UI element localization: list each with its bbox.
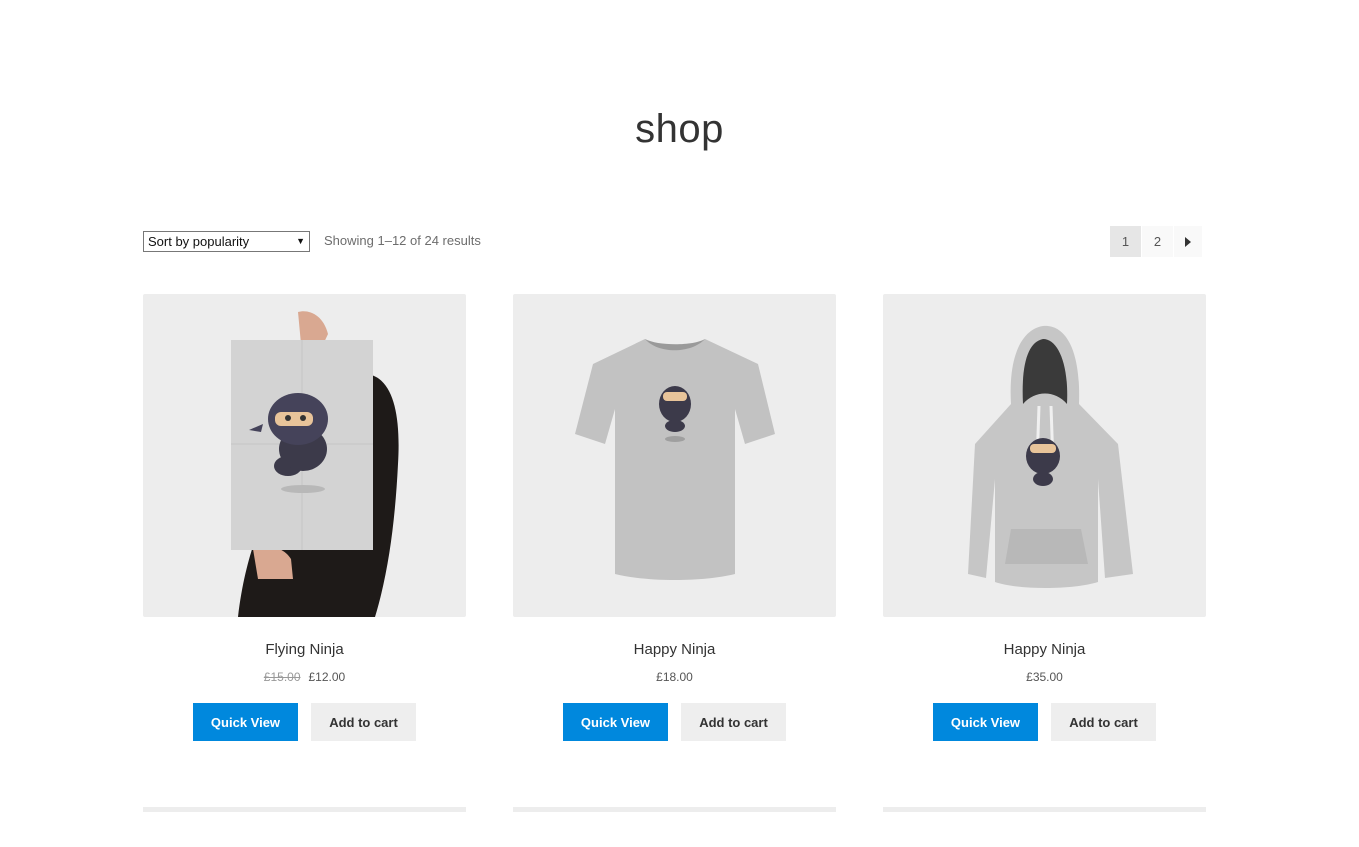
chevron-right-icon bbox=[1185, 236, 1191, 247]
hoodie-image bbox=[968, 325, 1133, 588]
product-price: £35.00 bbox=[883, 670, 1206, 684]
product-price: £18.00 bbox=[513, 670, 836, 684]
product-name[interactable]: Happy Ninja bbox=[883, 641, 1206, 658]
sort-select-value: Sort by popularity bbox=[148, 234, 250, 249]
product-name[interactable]: Flying Ninja bbox=[143, 641, 466, 658]
page-link-1[interactable]: 1 bbox=[1110, 226, 1141, 257]
sort-select[interactable]: Sort by popularity ▼ bbox=[143, 231, 310, 252]
product-card-next-row bbox=[143, 807, 466, 812]
product-card: Happy Ninja £35.00 Quick View Add to car… bbox=[883, 294, 1206, 741]
product-price: £15.00 £12.00 bbox=[143, 670, 466, 684]
quick-view-button[interactable]: Quick View bbox=[933, 703, 1038, 741]
original-price: £15.00 bbox=[263, 670, 301, 684]
product-image[interactable] bbox=[143, 294, 466, 617]
poster-image bbox=[231, 311, 399, 617]
result-count: Showing 1–12 of 24 results bbox=[324, 233, 481, 248]
quick-view-button[interactable]: Quick View bbox=[193, 703, 298, 741]
sale-price: £35.00 bbox=[1026, 670, 1063, 684]
product-card: Happy Ninja £18.00 Quick View Add to car… bbox=[513, 294, 836, 741]
product-card: Flying Ninja £15.00 £12.00 Quick View Add… bbox=[143, 294, 466, 741]
add-to-cart-button[interactable]: Add to cart bbox=[311, 703, 416, 741]
product-image[interactable] bbox=[513, 294, 836, 617]
next-page-button[interactable] bbox=[1174, 226, 1202, 257]
page-link-2[interactable]: 2 bbox=[1142, 226, 1173, 257]
tshirt-image bbox=[575, 339, 775, 580]
chevron-down-icon: ▼ bbox=[296, 236, 305, 246]
pagination: 1 2 bbox=[1110, 226, 1203, 257]
add-to-cart-button[interactable]: Add to cart bbox=[681, 703, 786, 741]
sale-price: £12.00 bbox=[308, 670, 346, 684]
product-image[interactable] bbox=[883, 294, 1206, 617]
sale-price: £18.00 bbox=[656, 670, 693, 684]
product-card-next-row bbox=[513, 807, 836, 812]
quick-view-button[interactable]: Quick View bbox=[563, 703, 668, 741]
product-name[interactable]: Happy Ninja bbox=[513, 641, 836, 658]
page-title: shop bbox=[635, 106, 724, 151]
add-to-cart-button[interactable]: Add to cart bbox=[1051, 703, 1156, 741]
product-card-next-row bbox=[883, 807, 1206, 812]
